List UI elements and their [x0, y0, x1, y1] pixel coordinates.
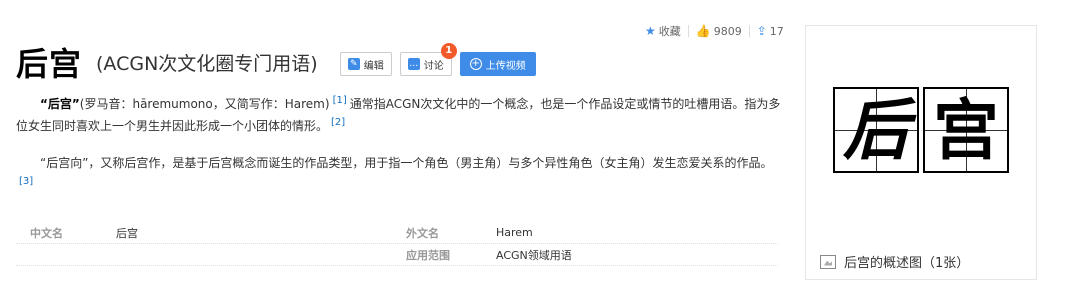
- divider: [748, 25, 750, 37]
- info-value: ACGN领域用语: [496, 248, 572, 262]
- like-count: 9809: [713, 24, 742, 38]
- like-button[interactable]: 👍 9809: [696, 24, 742, 38]
- star-icon: ★: [645, 24, 656, 38]
- plus-circle-icon: +: [469, 58, 482, 70]
- share-button[interactable]: ⇪ 17: [757, 24, 784, 38]
- calligraphy-glyph: 宫: [933, 91, 999, 169]
- romaji-text: (罗马音：hāremumono，又简写作：Harem): [79, 97, 330, 111]
- character-cell: 宫: [923, 87, 1009, 173]
- discuss-count-badge: 1: [440, 43, 457, 59]
- summary-paragraph-1: “后宫”(罗马音：hāremumono，又简写作：Harem) [1] 通常指ACG…: [16, 93, 781, 137]
- title-actions: ✎ 编辑 … 讨论 1 + 上传视频: [339, 43, 536, 76]
- share-icon: ⇪: [756, 24, 767, 38]
- title-row: 后宫 (ACGN次文化圈专门用语) ✎ 编辑 … 讨论 1 + 上传视频: [16, 42, 536, 86]
- summary-picture-panel[interactable]: 后 宫 后宫的概述图（1张）: [805, 25, 1037, 280]
- picture-caption-text: 后宫的概述图（1张）: [844, 256, 970, 271]
- pencil-icon: ✎: [347, 58, 360, 70]
- info-label: 外文名: [406, 226, 439, 240]
- reference-link-3[interactable]: [3]: [19, 176, 33, 187]
- calligraphy-grid: 后 宫: [833, 87, 1009, 173]
- character-cell: 后: [833, 87, 919, 173]
- info-label: 应用范围: [406, 248, 450, 262]
- stats-bar: ★ 收藏 👍 9809 ⇪ 17: [645, 22, 784, 40]
- discuss-button[interactable]: … 讨论 1: [399, 43, 457, 76]
- table-row: 中文名 后宫 外文名 Harem: [16, 222, 778, 244]
- favorite-label: 收藏: [658, 25, 681, 38]
- discuss-label: 讨论: [423, 60, 444, 72]
- genre-text: “后宫向”，又称后宫作，是基于后宫概念而诞生的作品类型，用于指一个角色（男主角）…: [40, 156, 773, 170]
- thumbs-up-icon: 👍: [695, 24, 711, 38]
- upload-label: 上传视频: [485, 60, 526, 72]
- calligraphy-glyph: 后: [843, 91, 909, 169]
- summary-image[interactable]: 后 宫: [806, 26, 1036, 248]
- favorite-button[interactable]: ★ 收藏: [645, 23, 681, 39]
- page-subtitle: (ACGN次文化圈专门用语): [96, 53, 318, 75]
- reference-link-1[interactable]: [1]: [333, 95, 347, 106]
- info-value: Harem: [496, 226, 533, 239]
- chat-icon: …: [407, 58, 420, 70]
- info-label: 中文名: [30, 226, 63, 240]
- image-icon: [820, 254, 836, 269]
- edit-label: 编辑: [363, 60, 384, 72]
- divider: [687, 25, 689, 37]
- term-bold: “后宫”: [40, 97, 80, 111]
- page-title: 后宫: [16, 45, 83, 83]
- share-count: 17: [769, 24, 784, 38]
- summary-paragraph-2: “后宫向”，又称后宫作，是基于后宫概念而诞生的作品类型，用于指一个角色（男主角）…: [16, 152, 781, 196]
- upload-video-button[interactable]: + 上传视频: [459, 52, 536, 76]
- basic-info-table: 中文名 后宫 外文名 Harem 应用范围 ACGN领域用语: [16, 222, 778, 266]
- picture-caption[interactable]: 后宫的概述图（1张）: [820, 252, 969, 271]
- table-row: 应用范围 ACGN领域用语: [16, 244, 778, 266]
- info-value: 后宫: [116, 226, 138, 240]
- reference-link-2[interactable]: [2]: [331, 117, 345, 128]
- edit-button[interactable]: ✎ 编辑: [339, 52, 392, 76]
